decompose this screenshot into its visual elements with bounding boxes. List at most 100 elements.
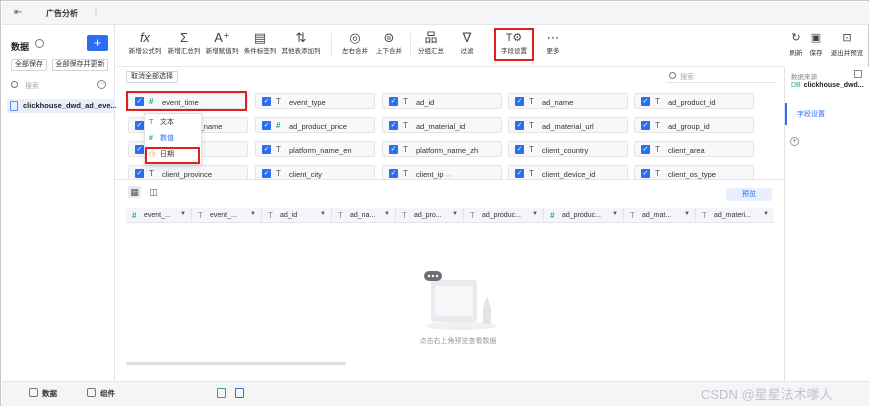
field-card[interactable]: ✓ Tclient_area: [634, 141, 754, 157]
field-type-icon[interactable]: T: [529, 97, 534, 106]
bottom-tab-data[interactable]: 数据: [29, 388, 57, 399]
data-source-step[interactable]: DB clickhouse_dwd...: [791, 82, 864, 89]
deselect-all-button[interactable]: 取消全部选择: [126, 71, 178, 83]
filter-button[interactable]: ∇ 过滤: [456, 29, 478, 63]
table-view-icon[interactable]: ▦: [128, 186, 141, 198]
column-header[interactable]: Tevent_... ▼: [192, 208, 262, 223]
field-card[interactable]: ✓ Tad_material_url: [508, 117, 628, 133]
save-all-update-button[interactable]: 全部保存并更新: [52, 59, 108, 71]
field-card[interactable]: ✓ Tad_name: [508, 93, 628, 109]
exit-preview-button[interactable]: ⊡ 退出并预览: [828, 29, 866, 57]
field-card[interactable]: ✓ Tevent_type: [255, 93, 375, 109]
field-type-icon[interactable]: T: [655, 97, 660, 106]
field-type-icon[interactable]: T: [655, 145, 660, 154]
back-icon[interactable]: ⇤: [14, 7, 26, 19]
field-card[interactable]: ✓ Tclient_province: [128, 165, 248, 179]
add-summary-column-button[interactable]: Σ 新增汇总列: [166, 29, 202, 63]
field-card[interactable]: ✓ Tad_material_id: [382, 117, 502, 133]
chart-view-icon[interactable]: ◫: [147, 186, 160, 198]
checkbox[interactable]: ✓: [262, 97, 271, 106]
tab-more-icon[interactable]: ⋮: [92, 2, 100, 25]
tab-analysis[interactable]: 广告分析: [46, 2, 78, 25]
field-card[interactable]: ✓ Tclient_ip: [382, 165, 502, 179]
checkbox[interactable]: ✓: [641, 121, 650, 130]
checkbox[interactable]: ✓: [641, 169, 650, 178]
condition-label-column-button[interactable]: ▤ 条件标签列: [242, 29, 278, 63]
column-menu-icon[interactable]: ▼: [180, 211, 186, 217]
collapse-icon[interactable]: [854, 70, 862, 78]
checkbox[interactable]: ✓: [389, 169, 398, 178]
column-header[interactable]: Tad_mat... ▼: [624, 208, 696, 223]
checkbox[interactable]: ✓: [135, 121, 144, 130]
type-option-text[interactable]: T 文本: [149, 116, 174, 130]
field-type-icon[interactable]: T: [655, 169, 660, 178]
checkbox[interactable]: ✓: [135, 145, 144, 154]
add-step-icon[interactable]: +: [790, 137, 799, 146]
column-header[interactable]: Tad_produc... ▼: [464, 208, 544, 223]
checkbox[interactable]: ✓: [641, 145, 650, 154]
field-search[interactable]: 搜索: [666, 71, 776, 83]
checkbox[interactable]: ✓: [389, 97, 398, 106]
add-dashboard-icon[interactable]: [217, 388, 226, 398]
checkbox[interactable]: ✓: [515, 97, 524, 106]
field-type-icon[interactable]: T: [276, 145, 281, 154]
column-header[interactable]: Tad_na... ▼: [332, 208, 396, 223]
checkbox[interactable]: ✓: [515, 121, 524, 130]
checkbox[interactable]: ✓: [515, 145, 524, 154]
add-formula-column-button[interactable]: fx 新增公式列: [126, 29, 164, 63]
preview-button[interactable]: 预览: [726, 188, 772, 201]
field-type-icon[interactable]: T: [529, 145, 534, 154]
checkbox[interactable]: ✓: [515, 169, 524, 178]
checkbox[interactable]: ✓: [262, 121, 271, 130]
column-header[interactable]: Tad_materi... ▼: [696, 208, 774, 223]
checkbox[interactable]: ✓: [262, 169, 271, 178]
column-header[interactable]: Tad_pro... ▼: [396, 208, 464, 223]
save-all-button[interactable]: 全部保存: [11, 59, 47, 71]
column-menu-icon[interactable]: ▼: [684, 211, 690, 217]
refresh-button[interactable]: ↻ 刷新: [788, 29, 804, 57]
checkbox[interactable]: ✓: [641, 97, 650, 106]
column-menu-icon[interactable]: ▼: [763, 211, 769, 217]
checkbox[interactable]: ✓: [262, 145, 271, 154]
field-card[interactable]: ✓ Tclient_os_type: [634, 165, 754, 179]
checkbox[interactable]: ✓: [389, 121, 398, 130]
top-bottom-merge-button[interactable]: ⊜ 上下合并: [372, 29, 406, 63]
field-type-icon[interactable]: T: [276, 169, 281, 178]
column-menu-icon[interactable]: ▼: [532, 211, 538, 217]
field-type-icon[interactable]: T: [403, 121, 408, 130]
field-card[interactable]: ✓ Tad_product_id: [634, 93, 754, 109]
field-card[interactable]: ✓ Tad_group_id: [634, 117, 754, 133]
save-button[interactable]: ▣ 保存: [808, 29, 824, 57]
column-menu-icon[interactable]: ▼: [250, 211, 256, 217]
add-assign-column-button[interactable]: A⁺ 新增赋值列: [204, 29, 240, 63]
sidebar-search[interactable]: 搜索 ⋯: [11, 79, 106, 92]
bottom-tab-component[interactable]: 组件: [87, 388, 115, 399]
field-card[interactable]: ✓ Tclient_device_id: [508, 165, 628, 179]
field-type-icon[interactable]: T: [403, 145, 408, 154]
column-menu-icon[interactable]: ▼: [612, 211, 618, 217]
field-type-icon[interactable]: T: [276, 97, 281, 106]
field-type-icon[interactable]: T: [529, 121, 534, 130]
sidebar-item-table[interactable]: clickhouse_dwd_ad_eve...: [7, 99, 117, 113]
column-header[interactable]: # ad_produc... ▼: [544, 208, 624, 223]
field-type-icon[interactable]: T: [655, 121, 660, 130]
field-type-icon[interactable]: T: [149, 169, 154, 178]
add-report-icon[interactable]: [235, 388, 244, 398]
checkbox[interactable]: ✓: [135, 169, 144, 178]
field-card[interactable]: ✓ Tplatform_name_en: [255, 141, 375, 157]
left-right-merge-button[interactable]: ◎ 左右合并: [338, 29, 372, 63]
add-data-button[interactable]: +: [87, 35, 108, 51]
field-card[interactable]: ✓ Tclient_city: [255, 165, 375, 179]
field-card[interactable]: ✓ Tclient_country: [508, 141, 628, 157]
add-column-from-table-button[interactable]: ⇅ 其他表添加列: [280, 29, 322, 63]
step-field-settings[interactable]: 字段设置: [785, 103, 869, 125]
checkbox[interactable]: ✓: [389, 145, 398, 154]
field-card[interactable]: ✓ Tplatform_name_zh: [382, 141, 502, 157]
field-card[interactable]: ✓ # ad_product_price: [255, 117, 375, 133]
horizontal-scrollbar[interactable]: [126, 362, 346, 365]
field-type-icon[interactable]: T: [403, 97, 408, 106]
column-menu-icon[interactable]: ▼: [384, 211, 390, 217]
column-menu-icon[interactable]: ▼: [320, 211, 326, 217]
column-header[interactable]: # event_... ▼: [126, 208, 192, 223]
column-menu-icon[interactable]: ▼: [452, 211, 458, 217]
